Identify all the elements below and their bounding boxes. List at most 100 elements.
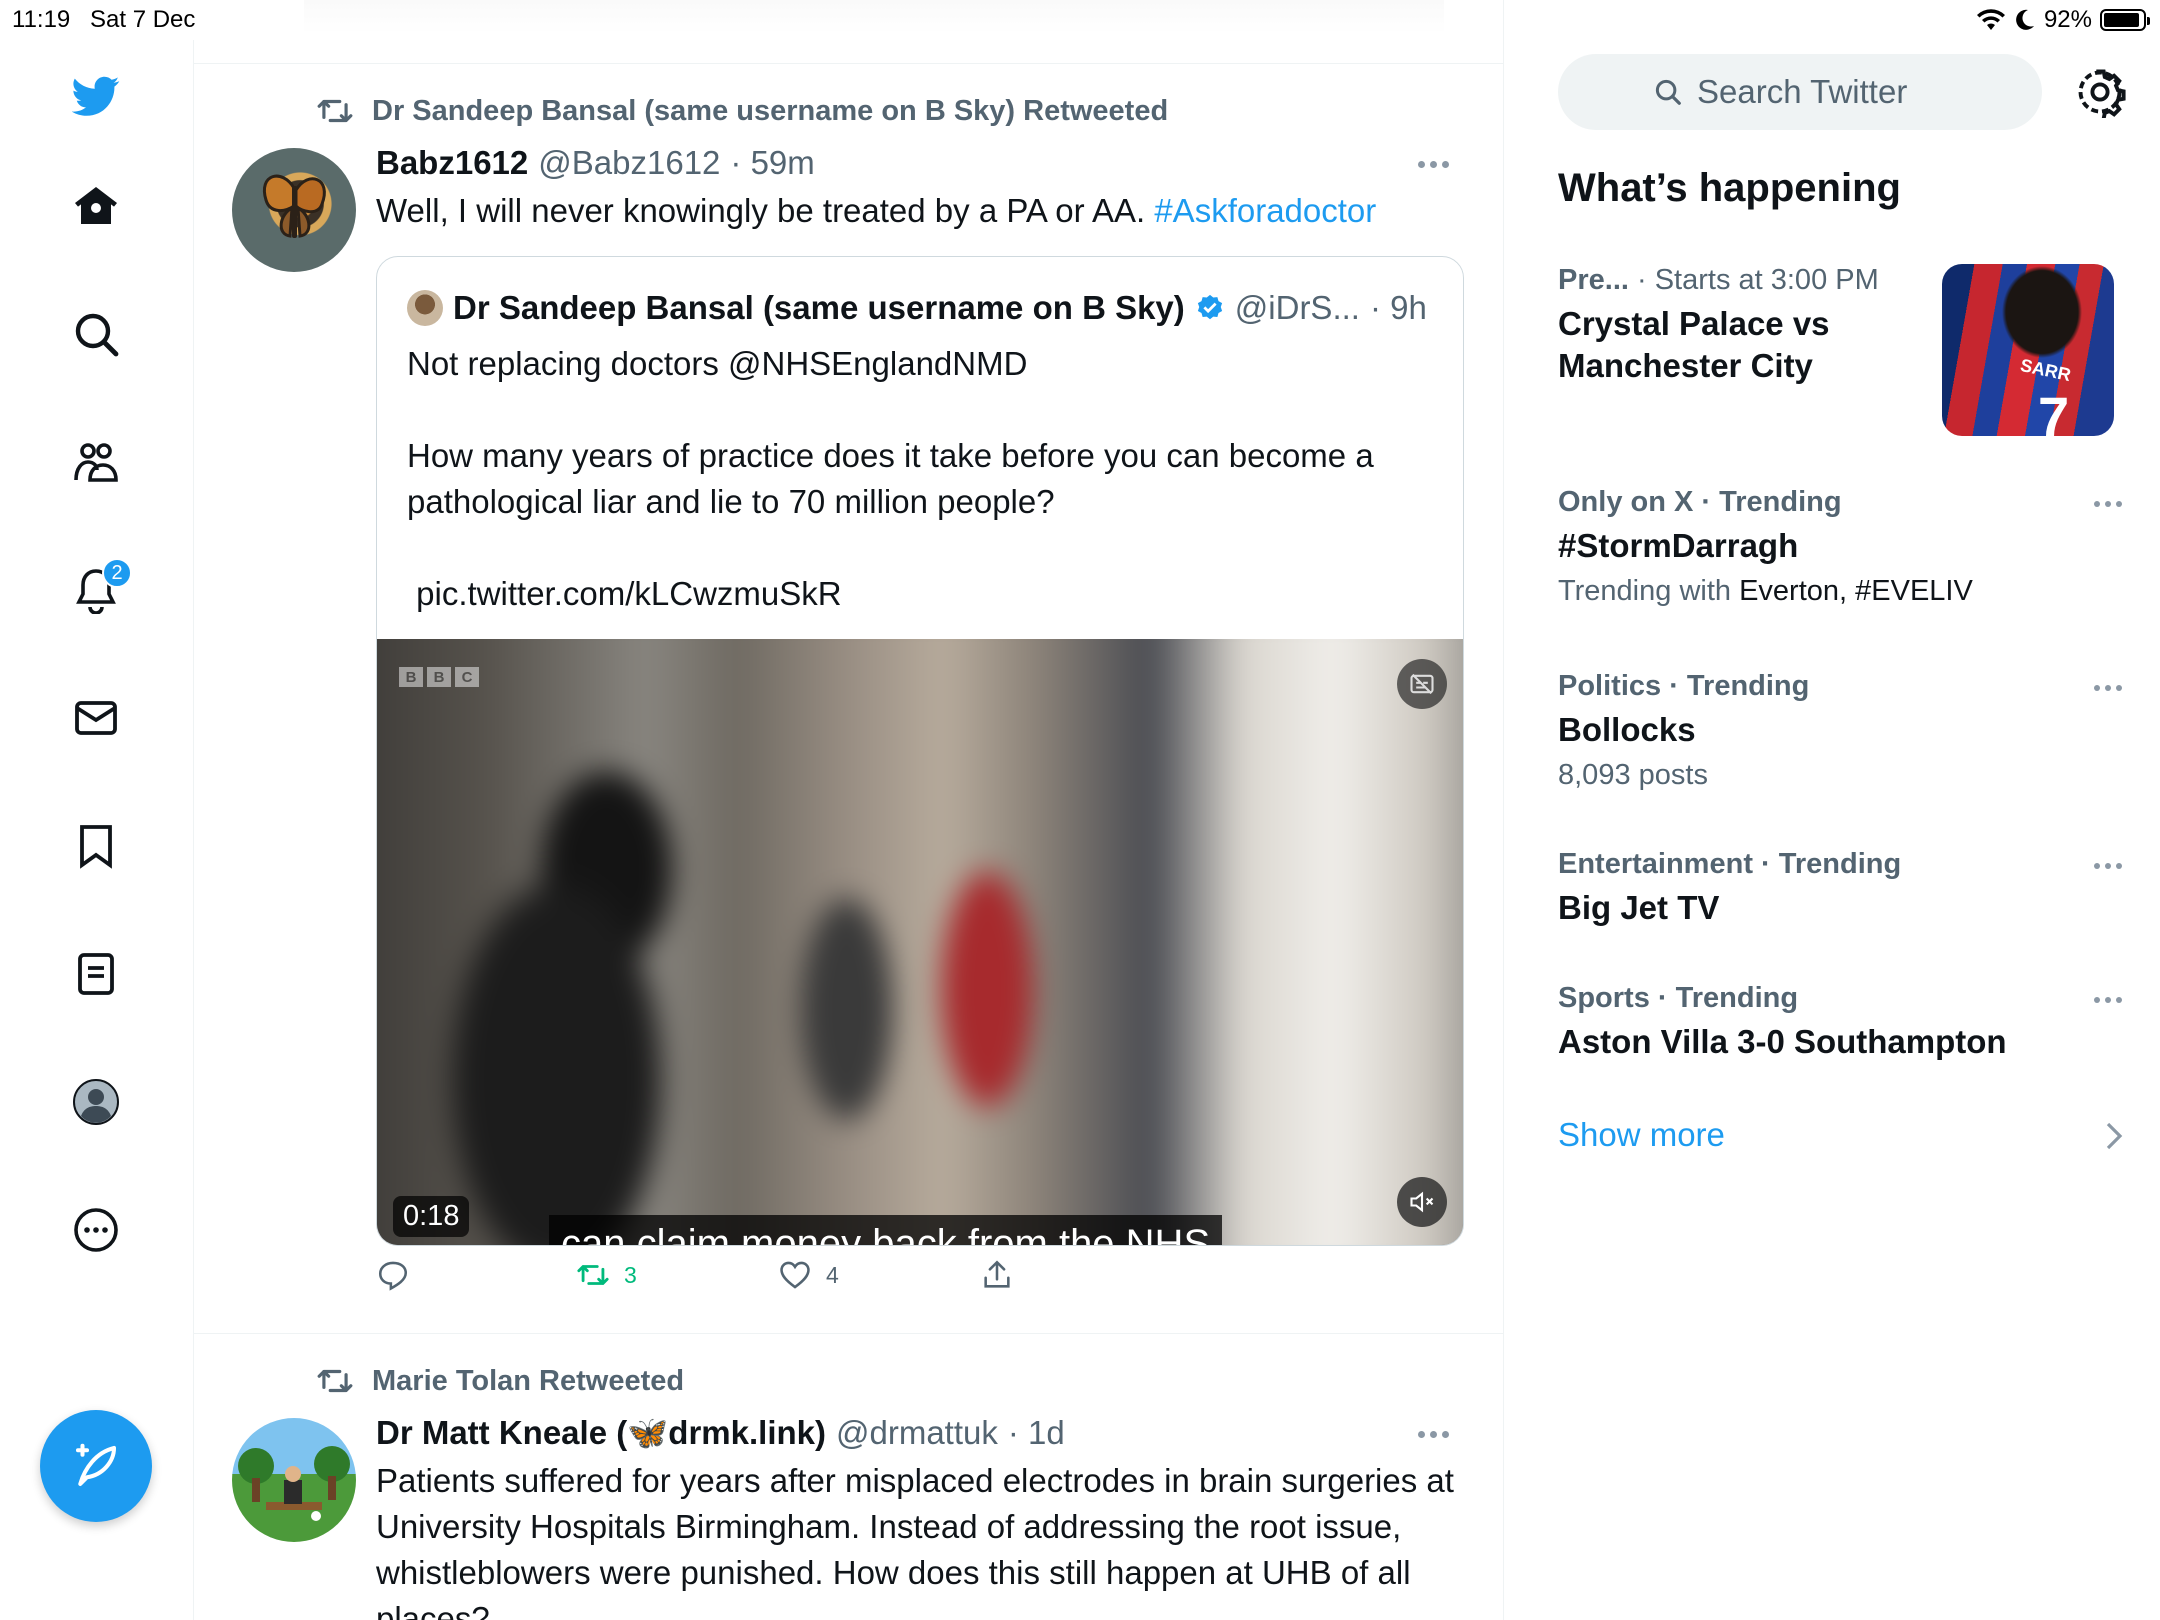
trend-related: Everton, #EVELIV <box>1739 575 1973 607</box>
pixel-art-avatar-icon <box>238 1446 350 1521</box>
tweet-header: Dr Matt Kneale (🦋drmk.link) @drmattuk · … <box>376 1414 1065 1453</box>
compose-tweet-button[interactable] <box>40 1410 152 1522</box>
author-handle[interactable]: @drmattuk <box>836 1414 998 1452</box>
retweet-icon <box>577 1265 609 1285</box>
retweet-count: 3 <box>624 1261 637 1288</box>
retweet-context: Dr Sandeep Bansal (same username on B Sk… <box>316 92 1168 130</box>
reply-icon <box>378 1261 408 1291</box>
hashtag-link[interactable]: #Askforadoctor <box>1154 192 1376 229</box>
jersey-name: SARR <box>2018 354 2073 386</box>
trend-category: Sports · Trending <box>1558 982 1799 1014</box>
trend-item[interactable]: Pre... · Starts at 3:00 PM Crystal Palac… <box>1558 264 2128 436</box>
whats-happening-heading: What’s happening <box>1558 166 1901 210</box>
messages-icon[interactable] <box>66 688 126 748</box>
search-bar[interactable] <box>1558 54 2042 130</box>
trend-category: Only on X · Trending <box>1558 486 1842 518</box>
reply-button[interactable] <box>376 1258 424 1292</box>
watermark-letter: B <box>427 667 451 687</box>
notifications-icon[interactable]: 2 <box>66 558 132 620</box>
watermark-letter: C <box>455 667 479 687</box>
like-count: 4 <box>826 1261 839 1288</box>
trend-more-icon[interactable] <box>2094 682 2128 694</box>
tweet-time: · 59m <box>730 144 815 181</box>
share-icon <box>984 1260 1010 1288</box>
quoted-author-name: Dr Sandeep Bansal (same username on B Sk… <box>453 289 1185 326</box>
profile-icon[interactable] <box>66 1072 126 1132</box>
author-name[interactable]: Dr Matt Kneale (🦋drmk.link) <box>376 1414 826 1453</box>
muted-speaker-icon <box>1410 1191 1434 1213</box>
tweet-more-icon[interactable] <box>1418 154 1462 174</box>
status-date: Sat 7 Dec <box>90 6 196 33</box>
quoted-avatar <box>407 290 443 326</box>
twitter-logo-icon[interactable] <box>66 66 126 126</box>
unmute-button[interactable] <box>1397 1177 1447 1227</box>
author-name[interactable]: Babz1612 <box>376 144 528 182</box>
settings-gear-icon[interactable] <box>2074 66 2126 118</box>
tweet-text: Well, I will never knowingly be treated … <box>376 188 1456 234</box>
match-thumbnail: SARR 7 <box>1942 264 2114 436</box>
bookmarks-icon[interactable] <box>66 816 126 876</box>
retweet-icon <box>317 1369 353 1393</box>
jersey-number: 7 <box>2038 385 2070 436</box>
tweet-actions: 3 4 <box>376 1258 1076 1302</box>
quoted-tweet-time: · 9h <box>1369 289 1427 326</box>
trend-item[interactable]: Entertainment · Trending Big Jet TV <box>1558 848 2128 929</box>
trend-title: Big Jet TV <box>1558 889 1720 926</box>
like-button[interactable]: 4 <box>778 1258 839 1292</box>
search-icon <box>1655 79 1681 105</box>
captions-toggle-button[interactable] <box>1397 659 1447 709</box>
video-player[interactable]: B B C can claim money back from the NHS … <box>377 639 1463 1245</box>
trend-subtitle: Trending with Everton, #EVELIV <box>1558 575 2128 608</box>
quoted-tweet-header: Dr Sandeep Bansal (same username on B Sk… <box>407 289 1427 327</box>
bbc-watermark: B B C <box>399 667 479 687</box>
search-input[interactable] <box>1697 73 1947 111</box>
retweeted-by-label: Marie Tolan Retweeted <box>372 1364 685 1397</box>
left-navigation: 2 <box>0 40 194 1620</box>
show-more-link[interactable]: Show more <box>1558 1116 1725 1154</box>
home-icon[interactable] <box>66 176 126 236</box>
retweet-icon <box>317 99 353 123</box>
avatar[interactable] <box>232 1418 356 1542</box>
trend-more-icon[interactable] <box>2094 994 2128 1006</box>
tweet[interactable]: Marie Tolan Retweeted Dr Matt Kneale (🦋d… <box>194 1334 1503 1620</box>
communities-icon[interactable] <box>66 432 126 492</box>
timeline: Dr Sandeep Bansal (same username on B Sk… <box>194 0 1504 1620</box>
trend-item[interactable]: Sports · Trending Aston Villa 3-0 Southa… <box>1558 982 2128 1063</box>
video-subtitle: can claim money back from the NHS <box>549 1215 1223 1245</box>
search-icon[interactable] <box>66 304 126 364</box>
verified-badge-icon <box>1197 294 1222 320</box>
trend-more-icon[interactable] <box>2094 498 2128 510</box>
trend-meta: · Starts at 3:00 PM <box>1628 264 1879 296</box>
quoted-tweet[interactable]: Dr Sandeep Bansal (same username on B Sk… <box>376 256 1464 1246</box>
quoted-author-handle: @iDrS... <box>1234 289 1360 326</box>
notifications-badge: 2 <box>102 558 132 588</box>
trend-title: Bollocks <box>1558 711 1696 748</box>
status-time: 11:19 <box>12 6 71 33</box>
trend-item[interactable]: Only on X · Trending #StormDarragh Trend… <box>1558 486 2128 608</box>
trend-category: Pre... <box>1558 264 1629 296</box>
trend-item[interactable]: Politics · Trending Bollocks 8,093 posts <box>1558 670 2128 792</box>
tweet-body: Well, I will never knowingly be treated … <box>376 192 1155 229</box>
trend-post-count: 8,093 posts <box>1558 759 1708 791</box>
trend-title: Aston Villa 3-0 Southampton <box>1558 1023 2007 1060</box>
more-icon[interactable] <box>66 1200 126 1260</box>
heart-icon <box>780 1261 810 1289</box>
quoted-tweet-text: Not replacing doctors @NHSEnglandNMD How… <box>407 345 1374 612</box>
tweet-time: · 1d <box>1007 1414 1065 1451</box>
author-handle[interactable]: @Babz1612 <box>538 144 720 182</box>
trend-more-icon[interactable] <box>2094 860 2128 872</box>
trend-category: Politics · Trending <box>1558 670 1810 702</box>
timeline-header <box>194 0 1503 64</box>
retweet-context: Marie Tolan Retweeted <box>316 1362 684 1400</box>
trend-sub-prefix: Trending with <box>1558 575 1740 607</box>
avatar[interactable] <box>232 148 356 272</box>
chevron-right-icon[interactable] <box>2102 1122 2126 1150</box>
share-button[interactable] <box>980 1258 1028 1292</box>
lists-icon[interactable] <box>66 944 126 1004</box>
right-sidebar: What’s happening Pre... · Starts at 3:00… <box>1504 0 2160 1620</box>
tweet-more-icon[interactable] <box>1418 1424 1462 1444</box>
retweeted-by-label: Dr Sandeep Bansal (same username on B Sk… <box>372 94 1169 127</box>
retweet-button[interactable]: 3 <box>576 1258 637 1292</box>
tweet[interactable]: Dr Sandeep Bansal (same username on B Sk… <box>194 64 1503 1334</box>
compose-feather-icon <box>75 1443 117 1487</box>
